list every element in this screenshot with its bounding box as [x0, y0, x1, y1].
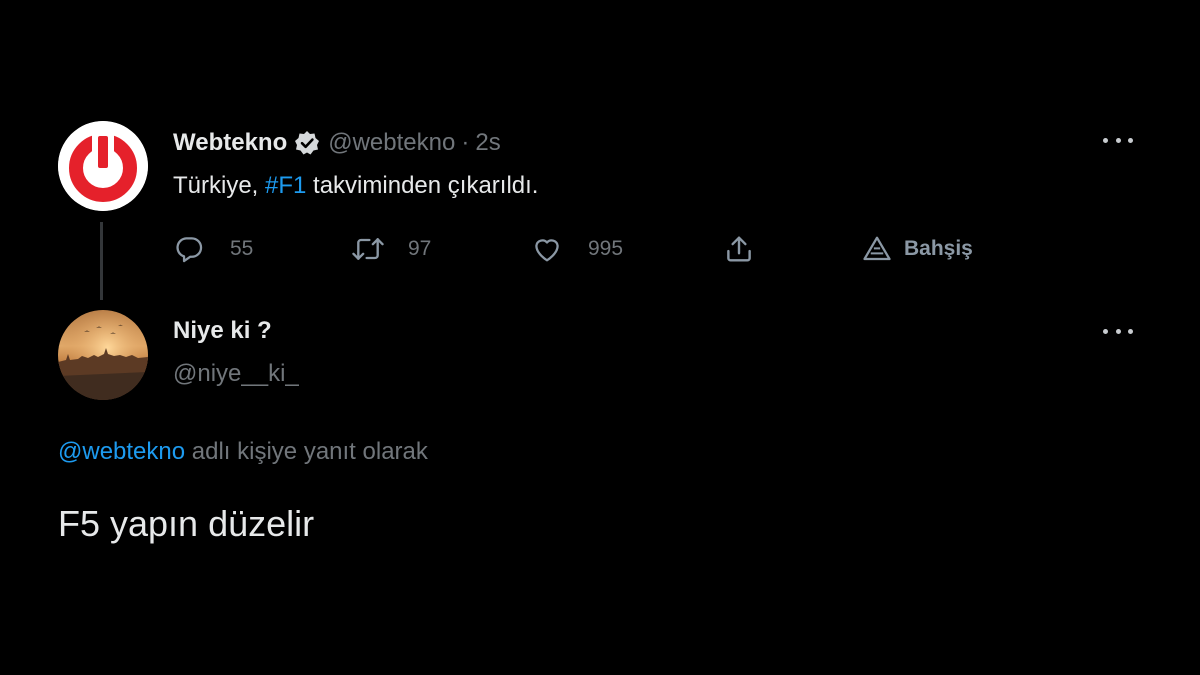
webtekno-avatar[interactable] — [58, 121, 148, 211]
retweet-button[interactable]: 97 — [350, 230, 431, 268]
tweet-action-bar: 55 97 995 Bahşiş — [0, 230, 1200, 268]
reply-author-name[interactable]: Niye ki ? — [173, 317, 272, 345]
share-button[interactable] — [722, 230, 756, 268]
replying-to-mention[interactable]: @webtekno — [58, 438, 185, 465]
like-count: 995 — [588, 237, 624, 260]
niye-ki-avatar[interactable] — [58, 310, 148, 400]
retweet-icon — [352, 238, 384, 260]
reply-text: F5 yapın düzelir — [58, 503, 315, 544]
replying-to-line: @webtekno adlı kişiye yanıt olarak — [58, 438, 428, 466]
city-skyline-photo — [58, 310, 148, 400]
separator-dot: · — [461, 129, 470, 156]
author-handle[interactable]: @webtekno — [328, 129, 455, 157]
author-name[interactable]: Webtekno — [173, 129, 287, 157]
tip-label: Bahşiş — [904, 237, 973, 260]
hashtag-link[interactable]: #F1 — [265, 172, 306, 199]
reply-more-options-icon[interactable] — [1103, 319, 1133, 343]
verified-badge-icon — [294, 130, 320, 156]
tip-button[interactable]: Bahşiş — [862, 230, 973, 268]
retweet-count: 97 — [408, 237, 432, 260]
replying-to-suffix: adlı kişiye yanıt olarak — [185, 438, 428, 465]
tweet-text: Türkiye, #F1 takviminden çıkarıldı. — [173, 172, 538, 200]
reply-author-handle[interactable]: @niye__ki_ — [173, 360, 299, 388]
power-logo-icon — [58, 121, 148, 211]
like-button[interactable]: 995 — [530, 230, 623, 268]
reply-count: 55 — [230, 237, 254, 260]
tweet-more-options-icon[interactable] — [1103, 128, 1133, 152]
heart-icon — [535, 239, 559, 262]
reply-button[interactable]: 55 — [172, 230, 253, 268]
tweet-text-before: Türkiye, — [173, 172, 266, 199]
tweet-timestamp[interactable]: 2s — [475, 129, 500, 157]
tweet-text-after: takviminden çıkarıldı. — [306, 172, 539, 199]
share-icon — [727, 236, 751, 262]
reply-icon — [176, 237, 203, 263]
tip-jar-icon — [863, 236, 891, 261]
tweet-author-row: Webtekno @webtekno · 2s — [173, 126, 501, 160]
